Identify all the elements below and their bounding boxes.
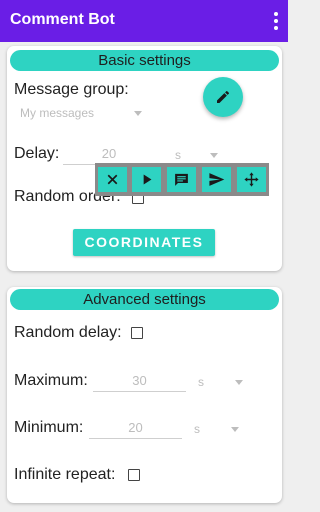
infinite-repeat-label: Infinite repeat: xyxy=(14,466,116,483)
app-bar: Comment Bot xyxy=(0,0,288,42)
chevron-down-icon xyxy=(210,153,218,158)
coordinates-button[interactable]: COORDINATES xyxy=(73,229,215,256)
pencil-icon xyxy=(217,90,230,103)
delay-unit-select[interactable]: s xyxy=(167,145,223,165)
send-button[interactable] xyxy=(202,167,231,192)
message-group-label: Message group: xyxy=(14,81,129,98)
maximum-label: Maximum: xyxy=(14,372,88,389)
random-delay-checkbox[interactable] xyxy=(131,327,143,339)
move-button[interactable] xyxy=(237,167,266,192)
comment-icon xyxy=(175,173,188,186)
delay-unit-value: s xyxy=(175,148,181,162)
advanced-settings-card: Advanced settings Random delay: Maximum:… xyxy=(7,287,282,503)
basic-settings-header: Basic settings xyxy=(10,50,279,71)
infinite-repeat-checkbox[interactable] xyxy=(128,469,140,481)
maximum-unit-value: s xyxy=(198,375,204,389)
delay-input[interactable]: 20 xyxy=(63,145,155,165)
move-icon xyxy=(244,172,259,187)
maximum-unit-select[interactable]: s xyxy=(192,372,248,392)
close-icon xyxy=(107,174,118,185)
advanced-settings-header: Advanced settings xyxy=(10,289,279,310)
minimum-input[interactable]: 20 xyxy=(89,419,182,439)
floating-toolbar xyxy=(95,163,269,196)
comment-button[interactable] xyxy=(167,167,196,192)
play-button[interactable] xyxy=(132,167,161,192)
chevron-down-icon xyxy=(134,111,142,116)
message-group-value: My messages xyxy=(20,106,95,120)
chevron-down-icon xyxy=(235,380,243,385)
minimum-label: Minimum: xyxy=(14,419,84,436)
play-icon xyxy=(143,174,152,185)
delay-label: Delay: xyxy=(14,145,60,162)
more-vertical-icon[interactable] xyxy=(273,12,279,30)
message-group-select[interactable]: My messages xyxy=(14,102,149,124)
edit-button[interactable] xyxy=(203,77,243,117)
minimum-unit-select[interactable]: s xyxy=(188,419,244,439)
maximum-input[interactable]: 30 xyxy=(93,372,186,392)
chevron-down-icon xyxy=(231,427,239,432)
send-icon xyxy=(209,173,225,186)
basic-settings-card: Basic settings Message group: My message… xyxy=(7,46,282,271)
app-title: Comment Bot xyxy=(10,11,115,28)
close-button[interactable] xyxy=(98,167,127,192)
minimum-unit-value: s xyxy=(194,422,200,436)
random-delay-label: Random delay: xyxy=(14,324,122,341)
